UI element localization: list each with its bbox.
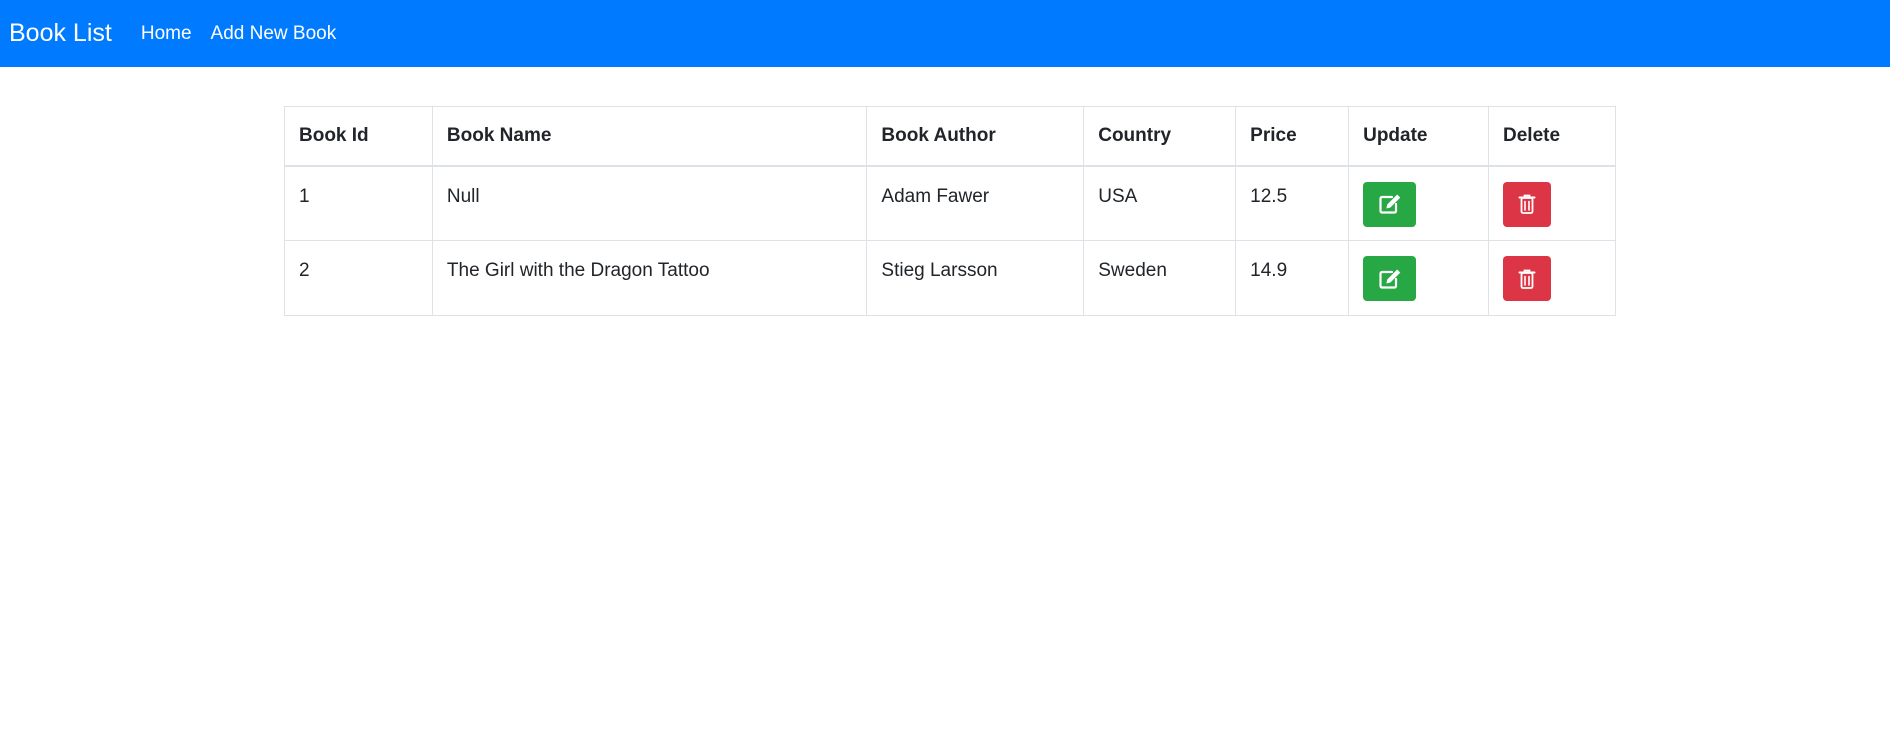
- header-country: Country: [1083, 106, 1237, 167]
- cell-book-id: 1: [284, 165, 433, 241]
- book-table-container: Book Id Book Name Book Author Country Pr…: [284, 106, 1616, 316]
- table-header-row: Book Id Book Name Book Author Country Pr…: [284, 106, 1616, 167]
- cell-book-name: The Girl with the Dragon Tattoo: [431, 240, 868, 316]
- cell-country: USA: [1083, 165, 1237, 241]
- brand-link[interactable]: Book List: [9, 19, 112, 48]
- edit-icon: [1378, 268, 1402, 290]
- header-update: Update: [1348, 106, 1490, 167]
- delete-button[interactable]: [1503, 256, 1552, 301]
- cell-price: 14.9: [1235, 240, 1350, 316]
- table-row: 2 The Girl with the Dragon Tattoo Stieg …: [284, 240, 1616, 316]
- cell-update: [1348, 240, 1490, 316]
- nav-link-home[interactable]: Home: [141, 23, 192, 45]
- update-button[interactable]: [1363, 256, 1417, 301]
- cell-book-author: Adam Fawer: [866, 165, 1085, 241]
- update-button[interactable]: [1363, 181, 1417, 227]
- edit-icon: [1378, 193, 1402, 215]
- table-row: 1 Null Adam Fawer USA 12.5: [284, 165, 1616, 241]
- navbar: Book List Home Add New Book: [0, 0, 1890, 67]
- trash-icon: [1518, 193, 1536, 215]
- trash-icon: [1518, 268, 1536, 290]
- cell-price: 12.5: [1235, 165, 1350, 241]
- book-table: Book Id Book Name Book Author Country Pr…: [284, 106, 1616, 316]
- header-delete: Delete: [1488, 106, 1616, 167]
- cell-book-name: Null: [431, 165, 868, 241]
- header-book-author: Book Author: [866, 106, 1085, 167]
- delete-button[interactable]: [1503, 181, 1552, 227]
- header-book-id: Book Id: [284, 106, 433, 167]
- cell-country: Sweden: [1083, 240, 1237, 316]
- cell-book-author: Stieg Larsson: [866, 240, 1085, 316]
- nav-link-add-new-book[interactable]: Add New Book: [211, 23, 337, 45]
- cell-delete: [1488, 240, 1616, 316]
- cell-book-id: 2: [284, 240, 433, 316]
- header-book-name: Book Name: [431, 106, 868, 167]
- header-price: Price: [1235, 106, 1350, 167]
- cell-delete: [1488, 165, 1616, 241]
- cell-update: [1348, 165, 1490, 241]
